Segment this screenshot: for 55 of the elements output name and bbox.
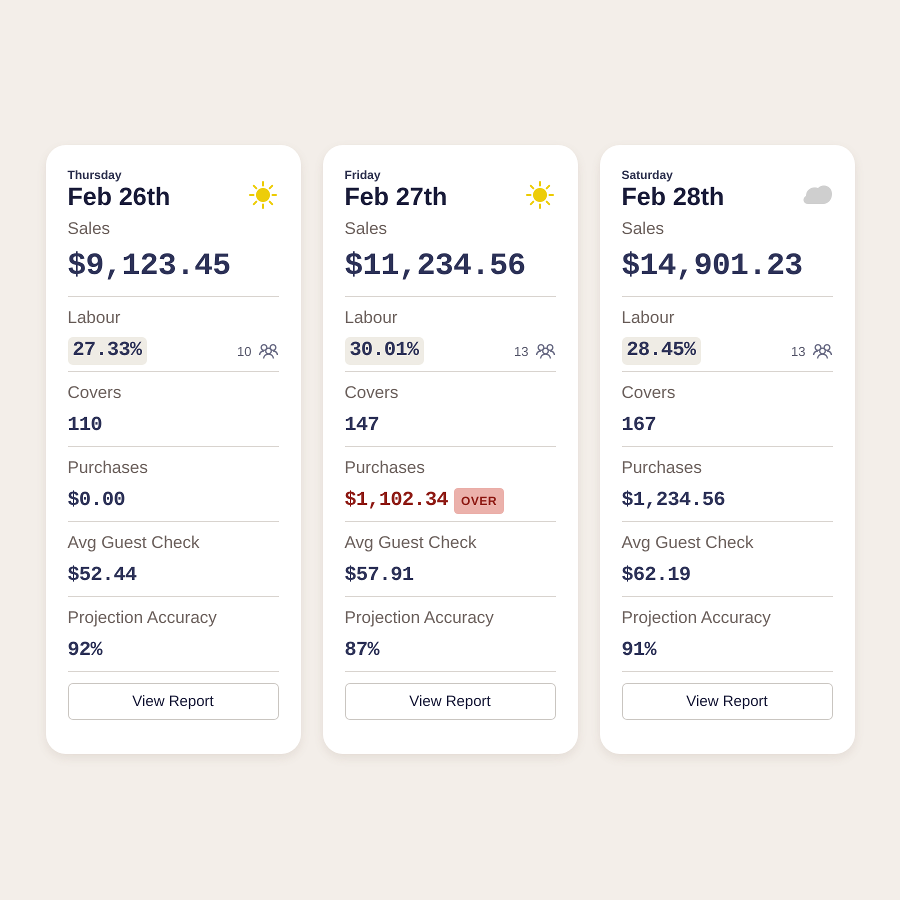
metric-value: $11,234.56 bbox=[344, 250, 526, 284]
metric-label: Projection Accuracy bbox=[68, 607, 218, 629]
people-icon bbox=[534, 343, 556, 359]
labour-percent: 27.33% bbox=[68, 337, 147, 365]
metric-value: 147 bbox=[344, 413, 380, 439]
metric-value: $14,901.23 bbox=[622, 250, 803, 284]
sun-icon bbox=[246, 179, 278, 211]
metric-label: Labour bbox=[622, 307, 676, 329]
cloud-icon bbox=[800, 183, 832, 205]
weekday: Friday bbox=[344, 167, 382, 183]
metric-value: 87% bbox=[344, 638, 380, 664]
metric-value: $52.44 bbox=[68, 563, 137, 589]
metric-label: Sales bbox=[68, 218, 112, 240]
metric-value: 110 bbox=[68, 413, 102, 439]
people-icon bbox=[258, 343, 278, 359]
staff-count: 13 bbox=[514, 344, 528, 358]
metric-value: $1,102.34 bbox=[344, 488, 448, 514]
staff-count: 13 bbox=[791, 344, 806, 358]
view-report-button[interactable]: View Report bbox=[622, 683, 832, 720]
people-icon bbox=[812, 343, 832, 359]
view-report-button[interactable]: View Report bbox=[68, 683, 278, 720]
weekday: Saturday bbox=[622, 167, 674, 183]
over-badge: OVER bbox=[454, 488, 504, 514]
metric-value: 167 bbox=[622, 413, 656, 439]
metric-label: Labour bbox=[68, 307, 122, 329]
metric-value: $62.19 bbox=[622, 563, 691, 589]
metric-label: Labour bbox=[344, 307, 398, 329]
labour-percent: 28.45% bbox=[622, 337, 701, 365]
metric-value: $57.91 bbox=[344, 563, 414, 589]
date-title: Feb 28th bbox=[622, 183, 724, 211]
metric-label: Avg Guest Check bbox=[622, 532, 754, 554]
metric-label: Purchases bbox=[68, 457, 149, 479]
metric-label: Sales bbox=[344, 218, 388, 240]
weekday: Thursday bbox=[68, 167, 123, 183]
metric-label: Avg Guest Check bbox=[68, 532, 200, 554]
sun-icon bbox=[524, 179, 556, 211]
metric-value: $0.00 bbox=[68, 488, 126, 514]
metric-value: 92% bbox=[68, 638, 102, 664]
view-report-button[interactable]: View Report bbox=[344, 683, 556, 720]
metric-label: Avg Guest Check bbox=[344, 532, 478, 554]
metric-label: Projection Accuracy bbox=[622, 607, 772, 629]
metric-label: Covers bbox=[68, 382, 122, 404]
metric-label: Purchases bbox=[344, 457, 426, 479]
metric-value: $9,123.45 bbox=[68, 250, 230, 284]
metric-value: $1,234.56 bbox=[622, 488, 726, 514]
date-title: Feb 26th bbox=[68, 183, 170, 211]
labour-percent: 30.01% bbox=[344, 337, 424, 365]
metric-value: 91% bbox=[622, 638, 656, 664]
metric-label: Sales bbox=[622, 218, 666, 240]
metric-label: Covers bbox=[344, 382, 400, 404]
date-title: Feb 27th bbox=[344, 183, 448, 211]
staff-count: 10 bbox=[237, 344, 252, 358]
metric-label: Purchases bbox=[622, 457, 703, 479]
metric-label: Covers bbox=[622, 382, 676, 404]
metric-label: Projection Accuracy bbox=[344, 607, 495, 629]
